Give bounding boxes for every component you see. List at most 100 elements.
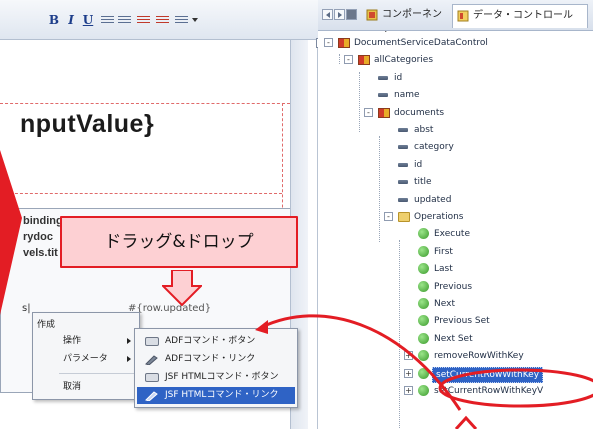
button-icon: [145, 373, 159, 382]
tree-node-label: Previous: [434, 281, 473, 292]
menu-item-label: ADFコマンド・ボタン: [165, 336, 256, 346]
panel-tabbar: コンポーネント データ・コントロール: [318, 0, 593, 42]
tree-node-label: name: [394, 90, 420, 101]
folder-icon: [398, 212, 410, 222]
menu-item-parameter[interactable]: パラメータ: [33, 351, 139, 367]
collapse-icon[interactable]: -: [344, 55, 353, 65]
underline-button[interactable]: U: [81, 13, 95, 27]
attribute-icon: [378, 75, 388, 80]
operation-icon: [418, 332, 429, 344]
attribute-icon: [378, 93, 388, 98]
tree-node-label: removeRowWithKey: [434, 351, 524, 362]
outdent-icon[interactable]: [137, 14, 150, 26]
operation-icon: [418, 385, 429, 396]
callout-text: ドラッグ&ドロップ: [104, 232, 254, 252]
expand-icon[interactable]: +: [404, 386, 413, 395]
tree-connector: [339, 54, 340, 64]
operation-icon: [418, 245, 429, 257]
expand-icon[interactable]: +: [404, 368, 413, 378]
tree-node-label: DocumentServiceDataControl: [354, 38, 488, 48]
operation-icon: [418, 298, 429, 309]
tree-node-label: category: [414, 142, 454, 153]
arrow-left-icon: [326, 12, 330, 18]
menu-item-operation[interactable]: 操作: [33, 333, 139, 349]
menu-item-label: 操作: [63, 336, 82, 346]
collapse-icon[interactable]: -: [364, 107, 373, 117]
down-arrow-icon: [162, 270, 202, 306]
datacontrol-icon: [338, 38, 350, 48]
context-menu: 作成 操作 パラメータ 取消: [32, 312, 140, 400]
binding-text: rydoc: [23, 231, 53, 243]
tree-connector: [359, 72, 360, 132]
attribute-icon: [398, 162, 408, 167]
operation-icon: [418, 367, 429, 379]
tab-components[interactable]: コンポーネント: [362, 4, 442, 42]
bold-button[interactable]: B: [47, 13, 61, 27]
attribute-icon: [398, 197, 408, 202]
menu-item-cancel[interactable]: 取消: [33, 379, 139, 395]
menu-item-label: JSF HTMLコマンド・リンク: [165, 390, 279, 400]
table-cell[interactable]: s|: [22, 303, 31, 314]
context-menu-header: 作成: [37, 320, 56, 330]
tree-node-label: setCurrentRowWithKey: [432, 366, 544, 383]
numbered-list-icon[interactable]: [118, 14, 131, 26]
chevron-down-icon[interactable]: [192, 18, 198, 22]
tree-node-label: Execute: [434, 229, 470, 240]
submenu: ADFコマンド・ボタン ADFコマンド・リンク JSF HTMLコマンド・ボタン…: [134, 328, 298, 408]
data-control-tree: - DocumentServiceDataControl - allCategorie…: [318, 32, 593, 429]
submenu-arrow-icon: [127, 338, 131, 344]
attribute-icon: [398, 145, 408, 150]
italic-button[interactable]: I: [64, 13, 78, 27]
bullet-list-icon[interactable]: [101, 14, 114, 26]
tree-node-label: Next: [434, 299, 455, 309]
scroll-left-button[interactable]: [322, 9, 333, 20]
expand-icon[interactable]: +: [404, 351, 413, 361]
align-icon[interactable]: [175, 14, 188, 26]
tree-node-label: id: [414, 159, 423, 170]
layout-guide: [0, 193, 282, 194]
tree-node-label: setCurrentRowWithKeyV: [434, 386, 544, 396]
panel-menu-button[interactable]: [346, 9, 357, 20]
collection-icon: [378, 107, 390, 118]
menu-item-jsf-command-link[interactable]: JSF HTMLコマンド・リンク: [137, 387, 295, 404]
component-icon: [366, 9, 378, 21]
tree-node-label: Operations: [414, 212, 464, 222]
annotation-callout: ドラッグ&ドロップ: [60, 216, 298, 268]
menu-item-label: 取消: [63, 382, 82, 392]
menu-item-adf-command-link[interactable]: ADFコマンド・リンク: [137, 351, 295, 368]
tree-node-label: documents: [394, 107, 445, 118]
scroll-right-button[interactable]: [334, 9, 345, 20]
binding-text: binding: [23, 215, 63, 227]
tree-node-label: updated: [414, 194, 452, 205]
tree-node-label: title: [414, 177, 432, 188]
operation-icon: [418, 280, 429, 292]
red-arrow-icon: [0, 150, 22, 315]
tab-data-controls[interactable]: データ・コントロール: [452, 4, 588, 28]
operation-icon: [418, 315, 429, 327]
tree-connector: [379, 136, 380, 242]
operation-icon: [418, 228, 429, 240]
indent-icon[interactable]: [156, 14, 169, 26]
tree-node-label: First: [434, 246, 453, 257]
menu-separator: [59, 373, 135, 374]
menu-item-label: ADFコマンド・リンク: [165, 354, 256, 364]
menu-item-jsf-command-button[interactable]: JSF HTMLコマンド・ボタン: [137, 369, 295, 386]
format-toolbar: B I U: [0, 0, 318, 40]
button-icon: [145, 337, 159, 346]
tree-node-label: Next Set: [434, 333, 473, 344]
tree-node-label: abst: [414, 125, 434, 135]
link-icon: [145, 355, 158, 365]
menu-item-adf-command-button[interactable]: ADFコマンド・ボタン: [137, 333, 295, 350]
submenu-arrow-icon: [127, 356, 131, 362]
collapse-icon[interactable]: -: [324, 38, 333, 47]
tree-connector: [399, 240, 400, 429]
layout-guide: [0, 103, 290, 104]
link-icon: [145, 391, 158, 401]
binding-text: vels.tit: [23, 247, 58, 259]
attribute-icon: [398, 128, 408, 132]
output-text-expression[interactable]: nputValue}: [20, 110, 154, 139]
menu-item-label: パラメータ: [63, 354, 108, 364]
arrow-right-icon: [338, 12, 342, 18]
collapse-icon[interactable]: -: [384, 212, 393, 221]
menu-item-label: JSF HTMLコマンド・ボタン: [165, 372, 279, 382]
